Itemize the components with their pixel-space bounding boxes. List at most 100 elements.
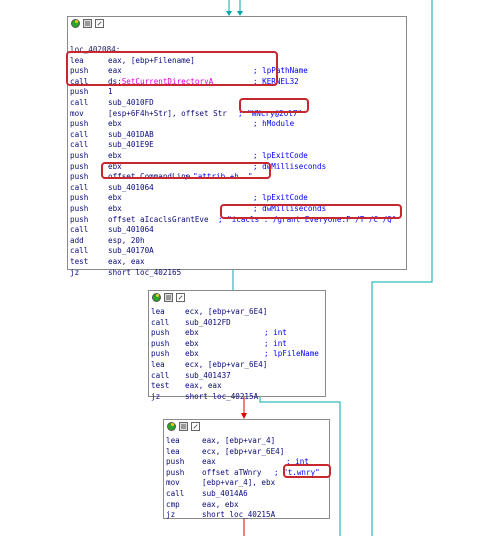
mnemonic: push <box>70 204 89 213</box>
asm-line[interactable]: lea ecx, [ebp+var_6E4] <box>149 359 325 370</box>
highlight-attrib-command <box>101 162 271 179</box>
operands: ebx <box>108 204 122 213</box>
mnemonic: push <box>70 119 89 129</box>
asm-line[interactable]: add esp, 20h <box>68 235 406 246</box>
mnemonic: push <box>151 328 170 338</box>
operands: sub_40170A <box>108 246 154 256</box>
mnemonic: test <box>151 381 170 391</box>
operands: ebx <box>108 151 122 160</box>
operands: offset aTWnry <box>202 467 262 477</box>
comment: ; lpFileName <box>264 349 319 359</box>
asm-line[interactable]: call sub_40170A <box>68 245 406 256</box>
asm-line[interactable]: call sub_4014A6 <box>164 488 329 499</box>
asm-line[interactable]: cmp eax, ebx <box>164 499 329 510</box>
mnemonic: call <box>70 225 89 235</box>
mnemonic: push <box>151 349 170 359</box>
operands: sub_401064 <box>108 182 154 192</box>
comment: ; lpExitCode <box>253 193 308 203</box>
operands: ebx <box>185 328 199 338</box>
block-header <box>164 420 329 433</box>
asm-line[interactable]: push ebx ; int <box>149 338 325 349</box>
highlight-setcurrentdirectory <box>66 51 278 86</box>
comment: ; lpExitCode <box>253 151 308 160</box>
comment: ; int <box>264 328 287 338</box>
mnemonic: push <box>70 193 89 203</box>
asm-line[interactable]: call sub_4012FD <box>149 317 325 328</box>
highlight-twnry-string <box>283 464 331 478</box>
asm-line[interactable]: test eax, eax <box>68 256 406 267</box>
mnemonic: lea <box>166 436 180 445</box>
mnemonic: push <box>70 214 89 224</box>
asm-line[interactable]: call sub_401E9E <box>68 139 406 150</box>
operands: sub_401064 <box>108 225 154 235</box>
asm-line[interactable]: push ebx ; int <box>149 327 325 338</box>
mnemonic: call <box>70 129 89 139</box>
mnemonic: call <box>70 98 89 107</box>
asm-line[interactable]: call sub_401064 <box>68 224 406 235</box>
mnemonic: jz <box>70 267 80 277</box>
operands: short loc_40215A <box>185 391 259 401</box>
operands: eax, eax <box>185 381 222 391</box>
mnemonic: mov <box>70 108 84 118</box>
asm-line[interactable]: push ebx ; lpExitCode <box>68 192 406 203</box>
mnemonic: call <box>70 246 89 256</box>
mnemonic: push <box>70 87 89 97</box>
asm-line[interactable]: jz short loc_40215A <box>164 509 329 520</box>
asm-line[interactable]: call sub_401064 <box>68 182 406 193</box>
mnemonic: lea <box>151 360 165 369</box>
asm-line[interactable]: call sub_4010FD <box>68 97 406 108</box>
mnemonic: push <box>70 151 89 160</box>
operands: sub_401437 <box>185 370 231 380</box>
operands: eax <box>202 457 216 467</box>
asm-line[interactable]: lea ecx, [ebp+var_6E4] <box>164 446 329 457</box>
mnemonic: jz <box>151 391 161 401</box>
highlight-icacls-command <box>220 204 402 219</box>
mnemonic: add <box>70 235 84 245</box>
group-icon[interactable] <box>164 293 173 302</box>
mnemonic: push <box>70 172 89 182</box>
asm-line[interactable]: call sub_401437 <box>149 370 325 381</box>
group-icon[interactable] <box>83 19 92 28</box>
operands: sub_4014A6 <box>202 489 248 498</box>
mnemonic: call <box>166 489 185 498</box>
operands: ebx <box>185 338 199 348</box>
asm-line[interactable]: test eax, eax <box>149 380 325 391</box>
asm-line[interactable]: push ebx ; lpExitCode <box>68 150 406 161</box>
asm-line[interactable]: jz short loc_402165 <box>68 267 406 278</box>
operands: [ebp+var_4], ebx <box>202 478 276 488</box>
color-icon[interactable] <box>167 422 176 431</box>
operands: 1 <box>108 87 113 97</box>
zoom-icon[interactable] <box>95 19 104 28</box>
operands: ebx <box>108 193 122 203</box>
group-icon[interactable] <box>179 422 188 431</box>
asm-line[interactable]: mov [ebp+var_4], ebx <box>164 477 329 488</box>
operands: short loc_40215A <box>202 510 276 520</box>
color-icon[interactable] <box>71 19 80 28</box>
operands: offset aIcaclsGrantEve <box>108 214 209 224</box>
asm-line[interactable]: lea eax, [ebp+var_4] <box>164 435 329 446</box>
asm-line[interactable]: jz short loc_40215A <box>149 391 325 402</box>
asm-line[interactable]: call sub_401DAB <box>68 129 406 140</box>
mnemonic: call <box>70 140 89 150</box>
asm-line[interactable]: push ebx ; hModule <box>68 118 406 129</box>
asm-line[interactable]: mov [esp+6F4h+Str], offset Str; "WNcry@2o… <box>68 108 406 119</box>
mnemonic: mov <box>166 478 180 488</box>
mnemonic: push <box>70 161 89 171</box>
zoom-icon[interactable] <box>176 293 185 302</box>
mnemonic: test <box>70 257 89 266</box>
asm-line[interactable]: push ebx ; lpFileName <box>149 348 325 359</box>
mnemonic: push <box>166 467 185 477</box>
operands: ebx <box>185 349 199 359</box>
highlight-wncry-string <box>239 98 309 113</box>
asm-line[interactable]: push 1 <box>68 86 406 97</box>
operands: ebx <box>108 119 122 129</box>
asm-line[interactable]: lea ecx, [ebp+var_6E4] <box>149 306 325 317</box>
zoom-icon[interactable] <box>191 422 200 431</box>
comment: ; int <box>264 338 287 348</box>
operands: eax, ebx <box>202 499 239 509</box>
operands: eax, eax <box>108 257 145 266</box>
color-icon[interactable] <box>152 293 161 302</box>
block-header <box>149 291 325 304</box>
operands: [esp+6F4h+Str], offset Str <box>108 108 227 118</box>
code-block-2[interactable]: lea ecx, [ebp+var_6E4] call sub_4012FD push e… <box>148 290 326 401</box>
